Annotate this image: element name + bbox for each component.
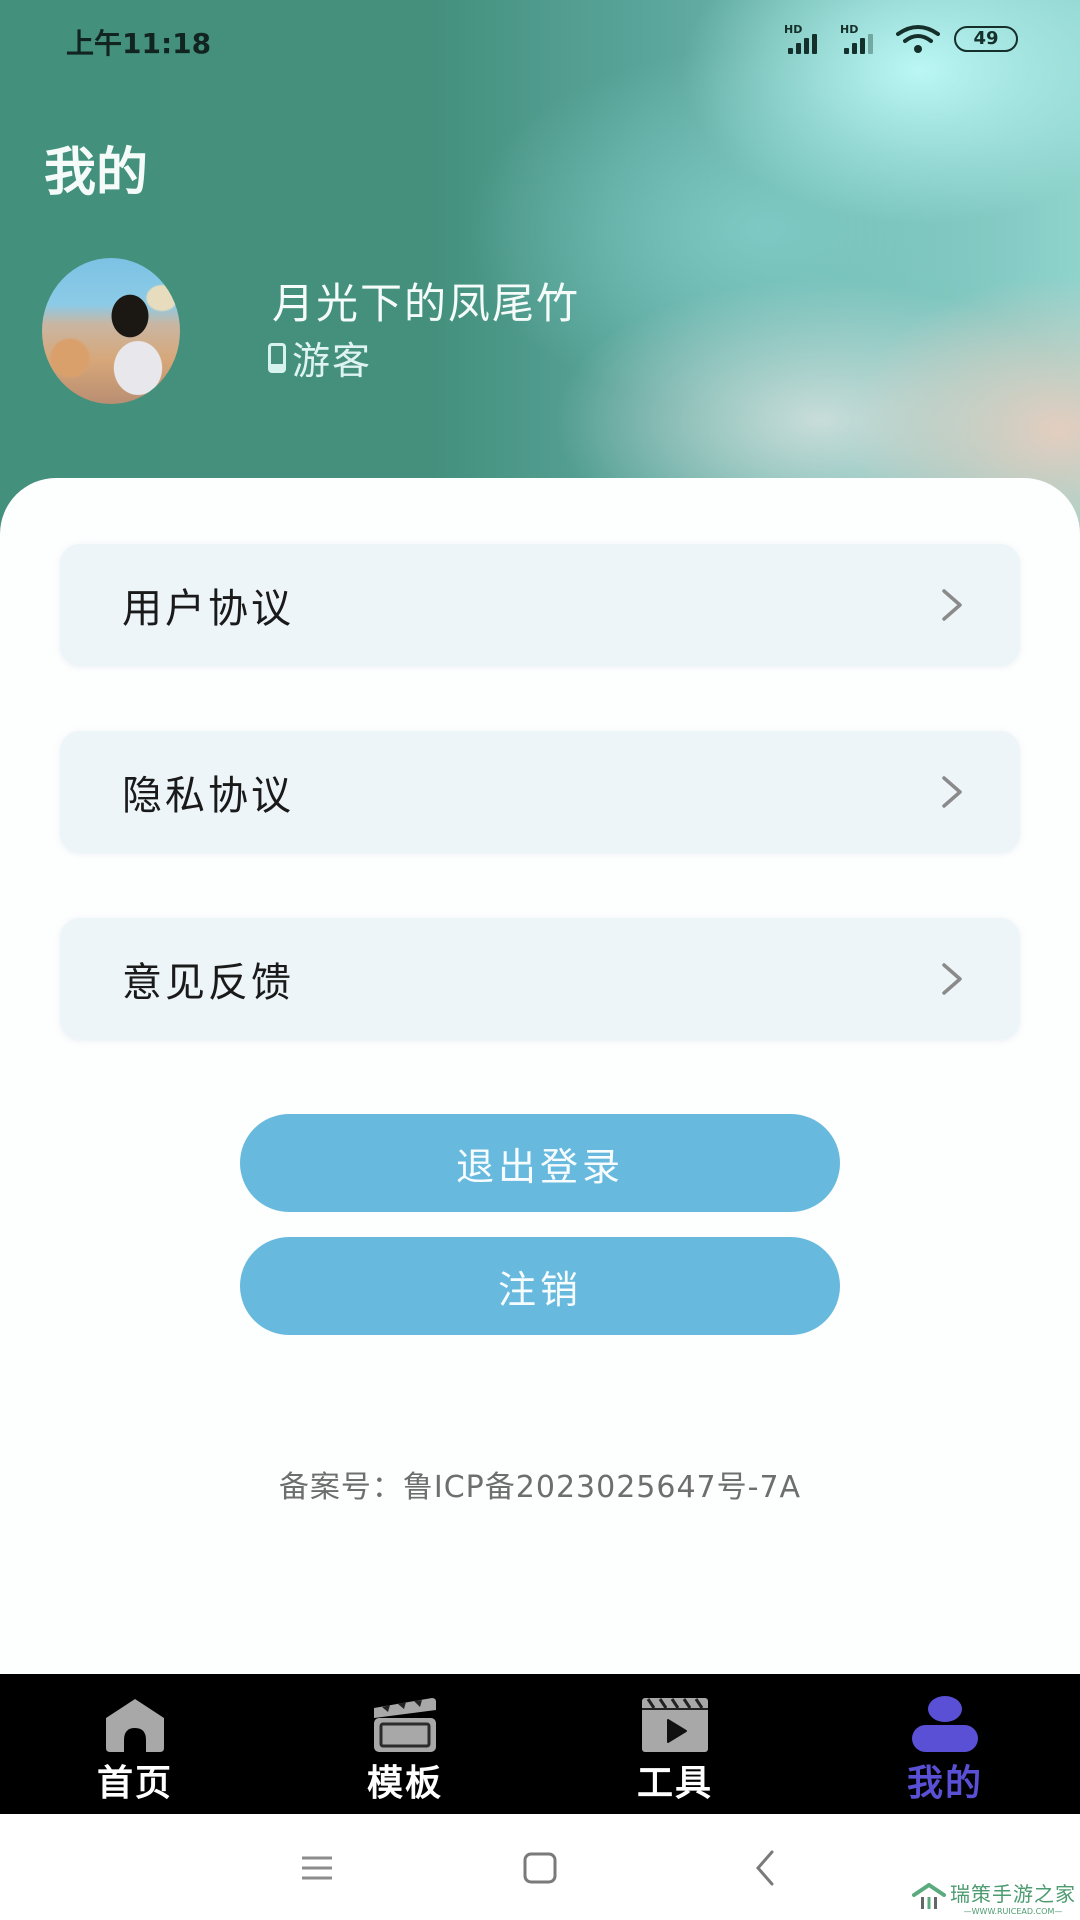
page-title: 我的 <box>44 143 149 203</box>
menu-icon[interactable] <box>298 1850 338 1886</box>
chevron-right-icon <box>942 776 962 808</box>
tab-templates[interactable]: 模板 <box>270 1674 540 1814</box>
signal-icon-2: HD <box>840 24 882 54</box>
tab-label: 工具 <box>636 1763 713 1804</box>
tab-label: 模板 <box>366 1763 443 1804</box>
person-icon <box>912 1696 978 1752</box>
tab-label: 我的 <box>906 1763 983 1804</box>
status-icons: HD HD 49 <box>784 24 1018 54</box>
watermark-url: —WWW.RUICEAD.COM— <box>963 1907 1063 1916</box>
menu-item-user-agreement[interactable]: 用户协议 <box>60 544 1020 666</box>
watermark-house-icon <box>912 1883 946 1909</box>
logout-button[interactable]: 退出登录 <box>240 1114 840 1212</box>
deregister-button[interactable]: 注销 <box>240 1237 840 1335</box>
status-time: 上午11:18 <box>66 27 212 60</box>
home-icon <box>106 1699 164 1752</box>
chevron-right-icon <box>942 589 962 621</box>
video-play-icon <box>642 1698 708 1752</box>
menu-item-privacy-agreement[interactable]: 隐私协议 <box>60 731 1020 853</box>
menu-item-label: 意见反馈 <box>122 960 294 1006</box>
back-icon[interactable] <box>748 1850 788 1886</box>
tab-label: 首页 <box>96 1763 173 1804</box>
status-bar: 上午11:18 HD HD 49 <box>0 0 1080 80</box>
user-role-label: 游客 <box>292 339 373 383</box>
clapperboard-icon <box>374 1698 436 1752</box>
tab-tools[interactable]: 工具 <box>540 1674 810 1814</box>
signal-icon: HD <box>784 24 826 54</box>
tab-mine[interactable]: 我的 <box>810 1674 1080 1814</box>
system-nav-bar: 瑞策手游之家 —WWW.RUICEAD.COM— <box>0 1814 1080 1920</box>
menu-item-feedback[interactable]: 意见反馈 <box>60 918 1020 1040</box>
tab-bar: 首页 模板 工具 我的 <box>0 1674 1080 1814</box>
icp-record: 备案号：鲁ICP备2023025647号-7A <box>278 1470 802 1505</box>
watermark: 瑞策手游之家 —WWW.RUICEAD.COM— <box>912 1878 1076 1916</box>
home-nav-icon[interactable] <box>520 1850 560 1886</box>
avatar[interactable] <box>42 258 180 404</box>
battery-indicator: 49 <box>954 26 1018 52</box>
tab-home[interactable]: 首页 <box>0 1674 270 1814</box>
user-name: 月光下的凤尾竹 <box>272 279 581 328</box>
menu-item-label: 隐私协议 <box>122 773 294 819</box>
chevron-right-icon <box>942 963 962 995</box>
menu-item-label: 用户协议 <box>122 586 294 632</box>
wifi-icon <box>896 25 940 53</box>
phone-icon <box>268 342 286 373</box>
watermark-title: 瑞策手游之家 <box>950 1882 1076 1906</box>
user-role: 游客 <box>268 330 372 385</box>
